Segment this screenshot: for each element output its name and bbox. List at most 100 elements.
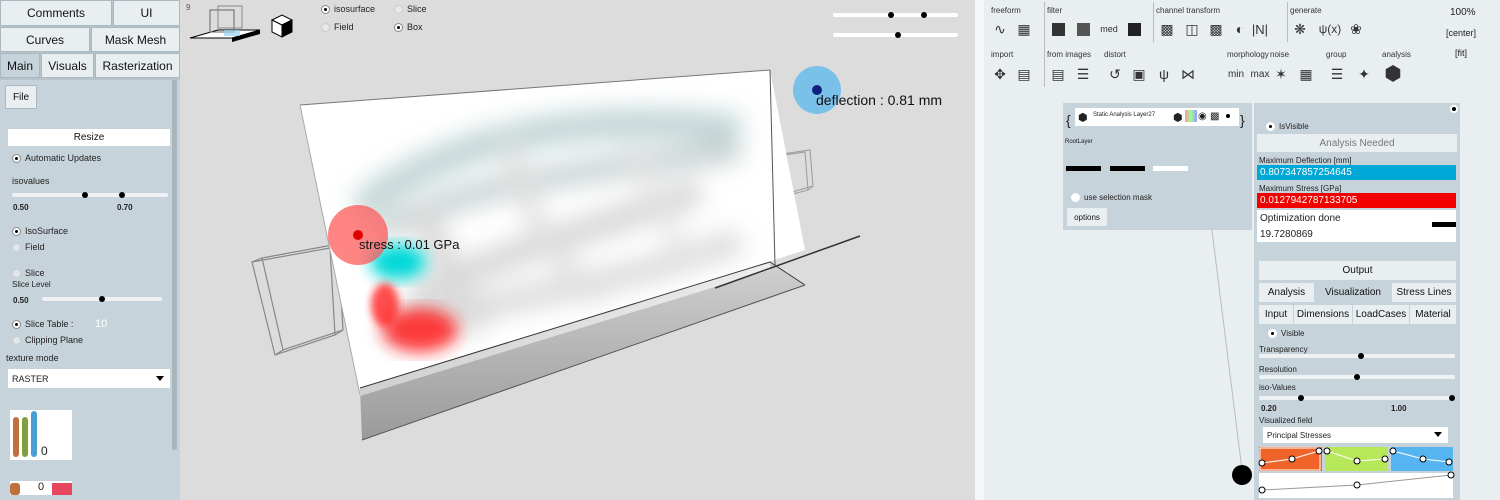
analysis-needed-button[interactable]: Analysis Needed — [1257, 134, 1457, 152]
visible-toggle[interactable]: Visible — [1268, 329, 1304, 339]
channel-swatch[interactable] — [1110, 166, 1145, 171]
freeform-grid-icon[interactable]: ▦ — [1015, 20, 1033, 38]
copy-icon[interactable]: ▩ — [1210, 111, 1219, 122]
viewport-slider-2[interactable] — [833, 32, 958, 38]
generate-star-icon[interactable]: ❋ — [1291, 20, 1309, 38]
generate-function-icon[interactable]: ψ(x) — [1317, 20, 1343, 38]
field-toggle[interactable]: Field — [12, 242, 45, 253]
noise-icon[interactable]: ✶ — [1272, 65, 1290, 83]
tab-main[interactable]: Main — [0, 53, 40, 78]
visualized-field-dropdown[interactable]: Principal Stresses — [1263, 427, 1448, 443]
tab-visualization[interactable]: Visualization — [1315, 283, 1391, 302]
file-button[interactable]: File — [5, 85, 37, 109]
slider-knob[interactable] — [119, 192, 125, 198]
scrollbar[interactable] — [172, 80, 177, 450]
use-selection-mask-toggle[interactable]: use selection mask — [1071, 193, 1152, 203]
texture-mode-dropdown[interactable]: RASTER — [8, 369, 170, 388]
is-visible-toggle[interactable]: IsVisible — [1266, 122, 1309, 132]
channel-swatch[interactable] — [1153, 166, 1188, 171]
resolution-slider[interactable] — [1259, 374, 1455, 380]
fit-button[interactable]: [fit] — [1455, 48, 1467, 58]
iso-values-slider[interactable] — [1259, 395, 1455, 401]
cube-icon[interactable]: ⬢ — [1173, 111, 1183, 124]
slice-toggle[interactable]: Slice — [12, 268, 45, 279]
colormap-editor[interactable] — [1257, 445, 1457, 500]
radio-slice[interactable]: Slice — [394, 4, 427, 15]
freeform-curve-icon[interactable]: ∿ — [991, 20, 1009, 38]
viewport-slider-1[interactable] — [833, 12, 958, 18]
slider-knob[interactable] — [99, 296, 105, 302]
layer-header[interactable]: ⬢ Static Analysis Layer27 ⬢ ◉ ▩ — [1075, 108, 1239, 126]
zoom-level[interactable]: 100% — [1450, 7, 1476, 18]
node-corner-icon[interactable] — [1450, 105, 1458, 113]
tab-analysis[interactable]: Analysis — [1259, 283, 1314, 302]
slider-knob[interactable] — [1354, 374, 1360, 380]
generate-spiral-icon[interactable]: ❀ — [1347, 20, 1365, 38]
slider-knob[interactable] — [895, 32, 901, 38]
channel-split-icon[interactable]: ▩ — [1158, 20, 1176, 38]
analysis-hexagon-icon[interactable]: ⬢ — [1384, 63, 1402, 85]
isosurface-toggle[interactable]: IsoSurface — [12, 226, 68, 237]
group-link-icon[interactable]: ✦ — [1355, 65, 1373, 83]
tab-mask-mesh[interactable]: Mask Mesh — [91, 27, 180, 52]
normalize-icon[interactable]: |N| — [1251, 20, 1269, 38]
slider-knob[interactable] — [1358, 353, 1364, 359]
tab-curves[interactable]: Curves — [0, 27, 90, 52]
from-images-stack-icon[interactable]: ▤ — [1049, 65, 1067, 83]
slice-table-toggle[interactable]: Slice Table : — [12, 319, 73, 330]
distort-pinch-icon[interactable]: ▣ — [1130, 65, 1148, 83]
filter-blur-icon[interactable] — [1074, 20, 1092, 38]
options-button[interactable]: options — [1067, 208, 1107, 226]
distort-psi-icon[interactable]: ψ — [1155, 65, 1173, 83]
center-button[interactable]: [center] — [1446, 28, 1476, 38]
eye-icon[interactable]: ◉ — [1198, 111, 1207, 122]
filter-sharpen-icon[interactable] — [1125, 20, 1143, 38]
layer-node[interactable]: { } ⬢ Static Analysis Layer27 ⬢ ◉ ▩ Root… — [1063, 103, 1252, 230]
slice-table-value[interactable]: 10 — [95, 318, 107, 330]
resize-button[interactable]: Resize — [8, 129, 170, 146]
tab-stress-lines[interactable]: Stress Lines — [1392, 283, 1456, 302]
tab-loadcases[interactable]: LoadCases — [1353, 305, 1409, 324]
morphology-min-icon[interactable]: min — [1227, 65, 1245, 83]
channel-swatch[interactable] — [1066, 166, 1101, 171]
radio-field[interactable]: Field — [321, 22, 354, 33]
palette-icon[interactable] — [1185, 110, 1197, 122]
tab-rasterization[interactable]: Rasterization — [95, 53, 180, 78]
channel-merge-icon[interactable]: ◫ — [1183, 20, 1201, 38]
tab-visuals[interactable]: Visuals — [41, 53, 94, 78]
distort-swirl-icon[interactable]: ↺ — [1106, 65, 1124, 83]
view-cube-widget[interactable] — [189, 5, 261, 42]
transparency-slider[interactable] — [1259, 353, 1455, 359]
invert-icon[interactable]: ◐ — [1231, 20, 1249, 38]
tab-input[interactable]: Input — [1259, 305, 1293, 324]
output-header[interactable]: Output — [1259, 261, 1456, 280]
slider-knob[interactable] — [82, 192, 88, 198]
tab-material[interactable]: Material — [1410, 305, 1456, 324]
from-images-layers-icon[interactable]: ☰ — [1074, 65, 1092, 83]
slice-level-slider[interactable] — [42, 296, 162, 302]
3d-viewport[interactable]: 9 isosurface Slice Field Box deflection … — [180, 0, 975, 500]
automatic-updates-toggle[interactable]: Automatic Updates — [12, 153, 101, 164]
slider-knob[interactable] — [1298, 395, 1304, 401]
slider-knob[interactable] — [1449, 395, 1455, 401]
slider-knob[interactable] — [888, 12, 894, 18]
node-port[interactable] — [1232, 465, 1252, 485]
distort-mirror-icon[interactable]: ⋈ — [1179, 65, 1197, 83]
cube-icon[interactable] — [270, 14, 294, 38]
clipping-plane-toggle[interactable]: Clipping Plane — [12, 335, 83, 346]
import-file-icon[interactable]: ▤ — [1015, 65, 1033, 83]
tab-dimensions[interactable]: Dimensions — [1294, 305, 1352, 324]
filter-median-icon[interactable]: med — [1100, 20, 1118, 38]
histogram-icon[interactable]: ▩ — [1207, 20, 1225, 38]
tab-ui[interactable]: UI — [113, 0, 180, 26]
morphology-max-icon[interactable]: max — [1251, 65, 1270, 83]
group-layers-icon[interactable]: ☰ — [1328, 65, 1346, 83]
tab-comments[interactable]: Comments — [0, 0, 112, 26]
slider-knob[interactable] — [921, 12, 927, 18]
isovalues-slider[interactable] — [12, 192, 168, 198]
import-mesh-icon[interactable]: ✥ — [991, 65, 1009, 83]
analysis-node[interactable]: IsVisible Analysis Needed Maximum Deflec… — [1254, 103, 1460, 500]
radio-box[interactable]: Box — [394, 22, 423, 33]
filter-square-icon[interactable] — [1049, 20, 1067, 38]
radio-isosurface[interactable]: isosurface — [321, 4, 375, 15]
